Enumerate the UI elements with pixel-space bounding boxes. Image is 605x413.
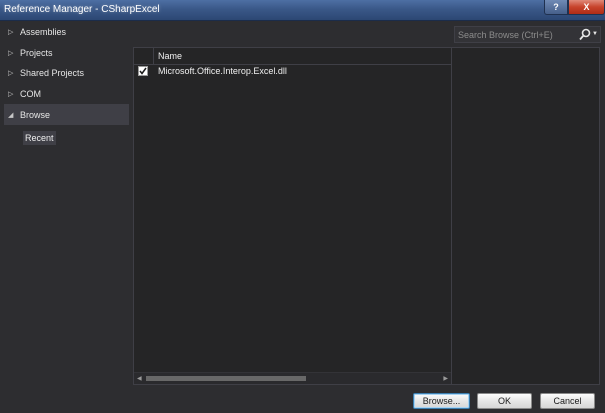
expand-arrow-icon: ▷ bbox=[8, 29, 14, 37]
column-header-name[interactable]: Name bbox=[158, 51, 182, 61]
checkmark-icon bbox=[139, 67, 147, 75]
ok-button[interactable]: OK bbox=[477, 393, 532, 409]
search-icon[interactable] bbox=[579, 28, 591, 41]
close-icon: X bbox=[583, 1, 590, 12]
sidebar-item-projects[interactable]: ▷ Projects bbox=[4, 43, 129, 64]
title-bar: Reference Manager - CSharpExcel ? X bbox=[0, 0, 605, 21]
reference-list: Name Microsoft.Office.Interop.Excel.dll … bbox=[133, 47, 452, 385]
search-box: ▼ bbox=[454, 26, 601, 43]
help-button[interactable]: ? bbox=[544, 0, 568, 15]
expand-arrow-icon: ▷ bbox=[8, 70, 14, 78]
collapse-arrow-icon: ◢ bbox=[8, 111, 14, 119]
sidebar-subitem-recent[interactable]: Recent bbox=[23, 130, 56, 145]
sidebar-item-label: Projects bbox=[20, 47, 53, 58]
cancel-button[interactable]: Cancel bbox=[540, 393, 595, 409]
scroll-left-icon[interactable]: ◀ bbox=[137, 375, 142, 382]
search-input[interactable] bbox=[455, 27, 577, 42]
chevron-down-icon[interactable]: ▼ bbox=[592, 31, 598, 37]
sidebar-item-com[interactable]: ▷ COM bbox=[4, 84, 129, 105]
reference-checkbox[interactable] bbox=[138, 66, 148, 76]
sidebar-item-label: Assemblies bbox=[20, 27, 67, 38]
sidebar-item-shared-projects[interactable]: ▷ Shared Projects bbox=[4, 63, 129, 84]
sidebar-item-label: Shared Projects bbox=[20, 68, 85, 79]
reference-name: Microsoft.Office.Interop.Excel.dll bbox=[158, 66, 287, 76]
sidebar-item-label: COM bbox=[20, 89, 41, 100]
sidebar-item-browse[interactable]: ◢ Browse bbox=[4, 104, 129, 125]
sidebar-item-assemblies[interactable]: ▷ Assemblies bbox=[4, 22, 129, 43]
sidebar: ▷ Assemblies ▷ Projects ▷ Shared Project… bbox=[4, 22, 129, 145]
scroll-right-icon[interactable]: ▶ bbox=[443, 375, 448, 382]
expand-arrow-icon: ▷ bbox=[8, 49, 14, 57]
horizontal-scrollbar[interactable]: ◀ ▶ bbox=[134, 372, 451, 384]
list-header: Name bbox=[134, 48, 451, 65]
scroll-thumb[interactable] bbox=[146, 376, 306, 381]
details-panel bbox=[452, 47, 600, 385]
help-icon: ? bbox=[553, 1, 559, 12]
table-row[interactable]: Microsoft.Office.Interop.Excel.dll bbox=[134, 65, 451, 79]
close-button[interactable]: X bbox=[568, 0, 605, 15]
browse-button[interactable]: Browse... bbox=[413, 393, 470, 409]
window-title: Reference Manager - CSharpExcel bbox=[4, 4, 160, 15]
expand-arrow-icon: ▷ bbox=[8, 91, 14, 99]
sidebar-item-label: Browse bbox=[20, 109, 51, 120]
column-divider[interactable] bbox=[153, 48, 154, 64]
